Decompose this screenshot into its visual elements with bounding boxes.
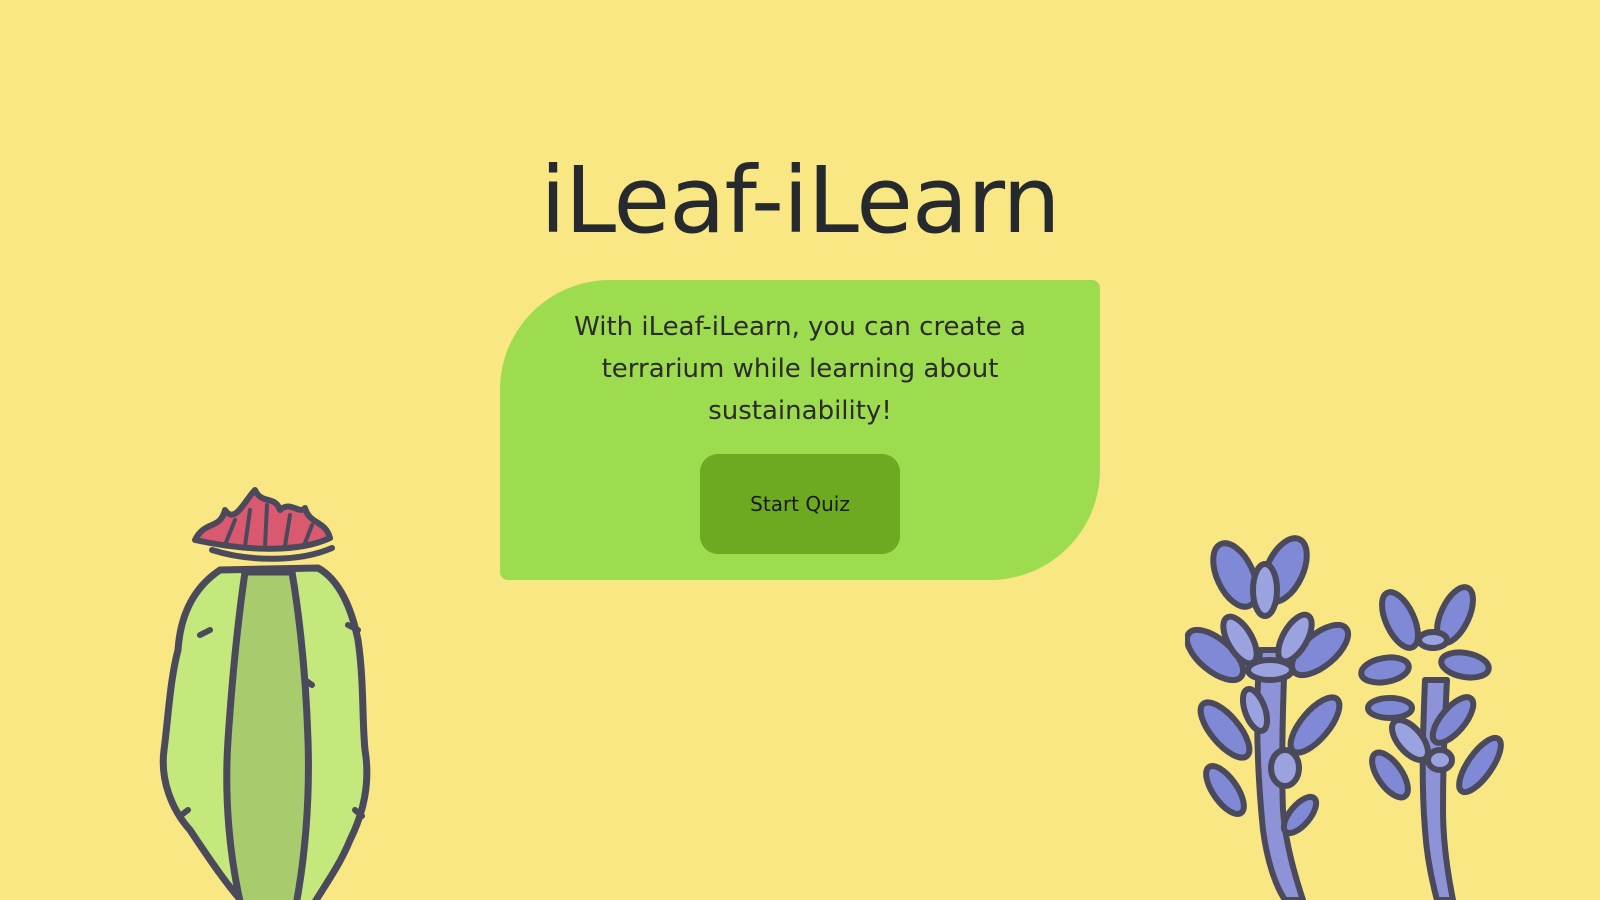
intro-text: With iLeaf-iLearn, you can create a terr… <box>574 312 1026 426</box>
intro-card: With iLeaf-iLearn, you can create a terr… <box>500 280 1100 580</box>
succulent-icon <box>1185 535 1504 900</box>
cactus-icon <box>159 487 371 900</box>
start-quiz-button[interactable]: Start Quiz <box>700 454 900 554</box>
page-title: iLeaf-iLearn <box>540 147 1060 254</box>
